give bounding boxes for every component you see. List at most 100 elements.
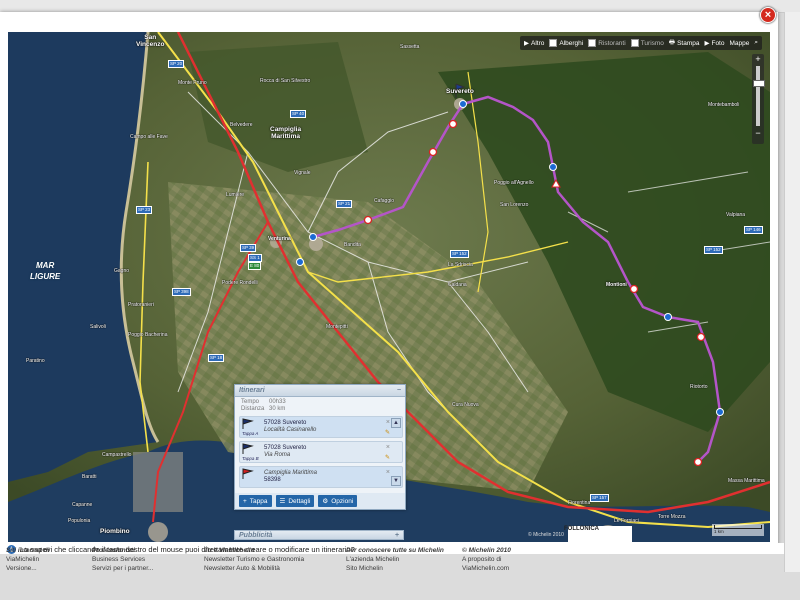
move-up-icon[interactable]: ▲ [391,418,401,428]
pubblicita-panel[interactable]: Pubblicità + [234,530,404,540]
itinerary-header[interactable]: Itinerari − [235,385,405,397]
page-footer: Siti internet di ViaMichelin Versione...… [0,547,800,600]
zoom-in-button[interactable]: + [752,54,764,64]
place-label: Poggio all'Agnello [494,180,534,186]
road-shield: SS 1 [248,254,262,262]
stop-b[interactable]: Tappa B 57028 Suvereto Via Roma × ✎ [239,441,403,463]
flag-icon [240,468,260,486]
remove-stop-icon[interactable]: × [386,444,390,451]
town-suvereto[interactable]: Suvereto [446,88,474,95]
footer-link[interactable]: A proposito di [462,555,511,564]
footer-link[interactable]: Newsletter Turismo e Gastronomia [204,555,304,564]
pubblicita-title: Pubblicità [239,531,273,539]
zoom-control: + − [752,54,765,144]
footer-link[interactable]: ViaMichelin [6,555,49,564]
place-label: Poggio Bacherina [128,332,168,338]
footer-col-3: Tu e ViaMichelin Newsletter Turismo e Ga… [204,547,305,573]
town-venturina[interactable]: Venturina [268,236,291,242]
tempo-label: Tempo [241,399,260,405]
place-label: Riotorto [690,384,708,390]
town-campiglia[interactable]: Campiglia Marittima [270,126,301,140]
place-label: Paratino [26,358,45,364]
dettagli-button[interactable]: ☰ Dettagli [275,495,315,507]
footer-col-4: Per conoscere tutte su Michelin L'aziend… [346,547,444,573]
road-shield: SP 39 [240,244,257,252]
place-label: Torre Mozza [658,514,686,520]
stop-tag: Tappa A [242,431,259,436]
itinerary-title: Itinerari [239,387,265,394]
place-label: Cura Nuova [452,402,479,408]
altro-button[interactable]: ▶ Altro [524,39,544,48]
place-label: Le Forniaci [614,518,639,524]
zoom-handle[interactable] [753,80,765,87]
town-montioni[interactable]: Montioni [606,282,627,288]
footer-link[interactable]: Business Services [92,555,153,564]
place-label: Campastrello [102,452,132,458]
place-label: Belvedere [230,122,253,128]
footer-link[interactable]: Sito Michelin [346,564,444,573]
stop-line2: Località Casinarello [264,427,317,433]
place-label: Podere Rondelli [222,280,258,286]
map-dialog: MAR LIGURE San Vincenzo Suvereto Campigli… [0,12,785,555]
search-icon[interactable]: ⌕ [754,39,758,47]
checkbox-icon[interactable] [549,39,558,47]
place-label: Baratti [82,474,97,480]
mappe-button[interactable]: Mappe [729,40,749,47]
page-scrollbar[interactable] [784,12,800,572]
stop-line1: 57028 Suvereto [264,420,307,426]
place-label: Gagno [114,268,130,274]
town-follonica[interactable]: FOLLONICA [564,526,599,532]
footer-link[interactable]: L'azienda Michelin [346,555,444,564]
footer-link[interactable]: Versione... [6,564,49,573]
edit-stop-icon[interactable]: ✎ [385,454,390,461]
collapse-icon[interactable]: − [397,387,401,394]
stop-line2: Via Roma [264,452,291,458]
place-label: Monte Pruno [178,80,207,86]
close-button[interactable]: × [760,7,776,23]
place-label: Campo alle Fave [130,134,168,140]
move-down-icon[interactable]: ▼ [391,476,401,486]
sea-label: MAR LIGURE [30,261,61,281]
turismo-toggle[interactable]: Turismo [630,39,664,47]
checkbox-icon[interactable] [630,39,639,47]
stop-c[interactable]: Campiglia Marittima 58398 × ▼ [239,466,403,488]
flag-icon: Tappa A [240,418,260,436]
place-label: Fiorentina [568,500,591,506]
remove-stop-icon[interactable]: × [386,419,390,426]
remove-stop-icon[interactable]: × [386,469,390,476]
footer-col-1: Siti internet di ViaMichelin Versione... [6,547,50,573]
town-piombino[interactable]: Piombino [100,528,130,535]
expand-icon[interactable]: + [395,532,399,539]
place-label: Capanne [72,502,93,508]
road-shield: SP 146 [744,226,763,234]
stampa-button[interactable]: 🖶 Stampa [669,38,700,49]
footer-link[interactable]: Servizi per i partner... [92,564,153,573]
road-shield: SP 157 [590,494,609,502]
edit-stop-icon[interactable]: ✎ [385,429,390,436]
road-shield: SP 398 [172,288,191,296]
place-label: Rocca di San Silvestro [260,78,311,84]
place-label: Lumiere [226,192,245,198]
itinerary-stats: Tempo 00h33 Distanza 30 km [235,397,405,414]
place-label: La Sdriscia [448,262,473,268]
opzioni-button[interactable]: ⚙ Opzioni [318,495,358,507]
ristoranti-toggle[interactable]: Ristoranti [588,39,626,47]
itinerary-panel: Itinerari − Tempo 00h33 Distanza 30 km T… [234,384,406,510]
tempo-value: 00h33 [269,399,286,405]
road-shield: SP 40 [290,110,307,118]
footer-link[interactable]: ViaMichelin.com [462,564,511,573]
checkbox-icon[interactable] [588,39,597,47]
add-tappa-button[interactable]: + Tappa [239,495,272,507]
place-label: Sassetta [400,44,420,50]
stop-a[interactable]: Tappa A 57028 Suvereto Località Casinarel… [239,416,403,438]
distanza-value: 30 km [269,406,286,412]
alberghi-toggle[interactable]: Alberghi [549,39,583,47]
zoom-slider[interactable] [753,66,765,126]
road-shield: SP 152 [450,250,469,258]
town-san-vincenzo[interactable]: San Vincenzo [136,34,164,48]
foto-button[interactable]: ▶ Foto [704,39,724,48]
place-label: Massa Marittima [728,478,765,484]
footer-link[interactable]: Newsletter Auto & Mobilità [204,564,304,573]
tip-text: Lo sapevi che cliccando il tasto destro … [20,544,355,554]
zoom-out-button[interactable]: − [752,128,764,138]
